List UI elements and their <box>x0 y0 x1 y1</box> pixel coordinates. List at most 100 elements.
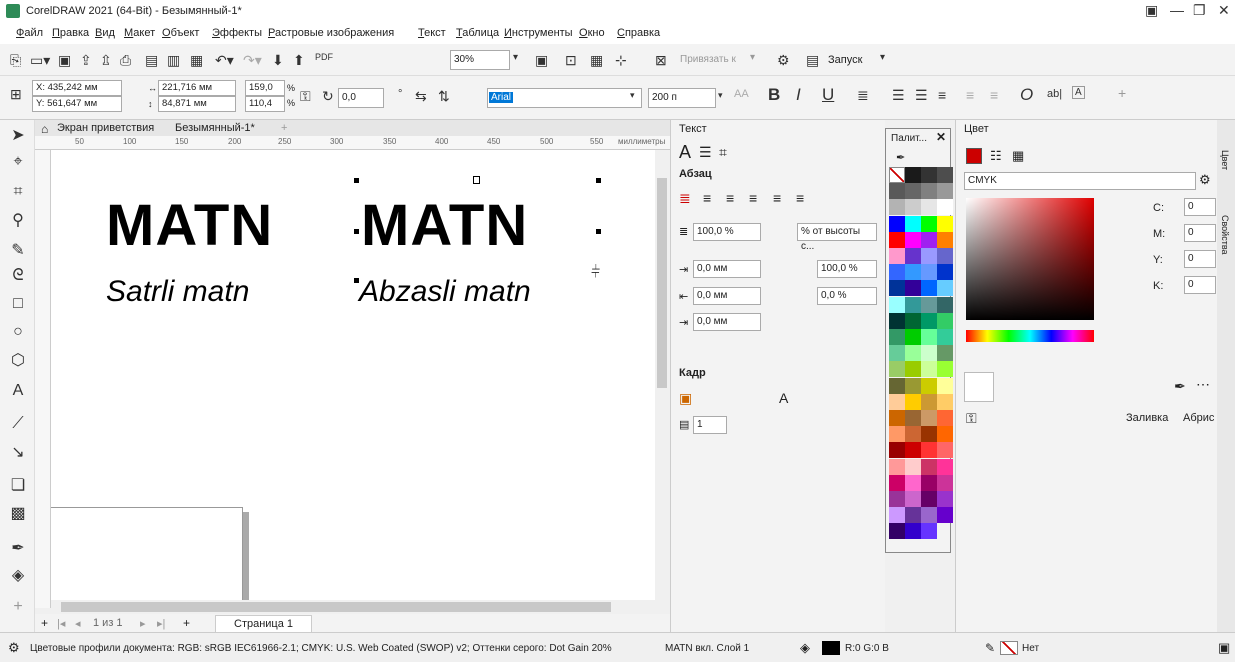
char-tab-icon[interactable]: A <box>679 142 691 163</box>
snap-dropdown-icon[interactable]: ▾ <box>750 52 755 63</box>
paste-icon[interactable]: ▦ <box>190 52 203 69</box>
magenta-field[interactable]: 0 <box>1184 224 1216 242</box>
color-options-icon[interactable]: ⚙ <box>1199 172 1211 188</box>
menu-text[interactable]: Текст <box>418 27 446 39</box>
color-swatch[interactable] <box>937 296 953 313</box>
char-spacing-field[interactable]: 100,0 % <box>817 260 877 278</box>
color-swatch[interactable] <box>889 410 905 426</box>
frame-fill-icon[interactable]: ▣ <box>679 390 692 407</box>
color-swatch[interactable] <box>921 377 937 394</box>
eyedropper-icon[interactable]: ✒ <box>1174 378 1186 395</box>
reference-point-icon[interactable]: ⊞ <box>10 86 22 103</box>
cloud-export-icon[interactable]: ⇫ <box>100 52 112 69</box>
font-family-field[interactable]: Arial <box>487 88 642 108</box>
eyedropper-icon[interactable]: ✒ <box>8 538 28 558</box>
align-right-icon[interactable]: ≡ <box>749 190 757 206</box>
color-swatch[interactable] <box>937 215 953 232</box>
print-icon[interactable]: ⎙ <box>120 52 131 69</box>
grid-icon[interactable]: ▦ <box>590 52 603 69</box>
drawing-canvas[interactable]: MATN Satrli matn MATN Abzasli matn ⫩ <box>51 150 655 600</box>
color-swatch[interactable] <box>905 474 921 491</box>
copy-icon[interactable]: ▥ <box>167 52 180 69</box>
color-swatch[interactable] <box>937 280 953 297</box>
menu-file[interactable]: Файл <box>16 27 43 39</box>
first-indent-field[interactable]: 0,0 мм <box>693 260 761 278</box>
selection-handle[interactable] <box>354 178 359 183</box>
width-field[interactable]: 221,716 мм <box>158 80 236 96</box>
color-swatch[interactable] <box>905 458 921 475</box>
selection-handle[interactable] <box>596 229 601 234</box>
word-spacing-field[interactable]: 0,0 % <box>817 287 877 305</box>
color-swatch[interactable] <box>937 507 953 524</box>
launch-icon[interactable]: ▤ <box>806 52 819 69</box>
color-model-select[interactable]: CMYK <box>964 172 1196 190</box>
color-swatch[interactable] <box>889 377 905 394</box>
font-dropdown-icon[interactable]: ▾ <box>630 90 635 101</box>
zoom-level-field[interactable]: 30% <box>450 50 510 70</box>
color-swatch[interactable] <box>905 329 921 345</box>
paragraph-text-subtitle[interactable]: Abzasli matn <box>359 275 531 309</box>
scroll-thumb[interactable] <box>61 602 611 612</box>
tab-properties[interactable]: Свойства <box>1220 215 1230 255</box>
color-swatch[interactable] <box>905 264 921 281</box>
parallel-dimension-icon[interactable]: ⟋ <box>8 415 28 433</box>
guides-icon[interactable]: ⊹ <box>615 52 627 69</box>
height-field[interactable]: 84,871 мм <box>158 96 236 112</box>
crop-tool-icon[interactable]: ⌗ <box>8 183 28 201</box>
numbered-list-icon[interactable]: ☰ <box>915 87 928 104</box>
ellipse-tool-icon[interactable]: ○ <box>8 323 28 341</box>
connector-tool-icon[interactable]: ↘ <box>8 442 28 462</box>
color-swatch[interactable] <box>937 458 953 475</box>
color-swatch[interactable] <box>921 199 937 216</box>
fullscreen-icon[interactable]: ▣ <box>535 52 548 69</box>
fill-swatch[interactable] <box>822 641 840 655</box>
color-swatch[interactable] <box>905 426 921 443</box>
vertical-ruler[interactable] <box>35 150 51 608</box>
color-swatch[interactable] <box>905 280 921 297</box>
font-scale-icon[interactable]: AA <box>734 88 749 100</box>
open-icon[interactable]: ▭▾ <box>30 52 50 69</box>
paragraph-section-header[interactable]: Абзац <box>679 168 712 180</box>
cloud-import-icon[interactable]: ⇪ <box>80 52 92 69</box>
color-swatch[interactable] <box>921 361 937 378</box>
color-swatch[interactable] <box>921 296 937 313</box>
polygon-tool-icon[interactable]: ⬡ <box>8 350 28 370</box>
menu-edit[interactable]: Правка <box>52 27 89 39</box>
text-align-icon[interactable]: ≣ <box>857 87 869 104</box>
drop-cap-icon[interactable]: ≡ <box>938 87 946 103</box>
font-size-field[interactable]: 200 п <box>648 88 716 108</box>
color-swatch[interactable] <box>905 167 921 183</box>
color-swatch[interactable] <box>905 183 921 200</box>
color-swatch[interactable] <box>937 199 953 216</box>
tab-color[interactable]: Цвет <box>1220 150 1230 170</box>
hue-slider[interactable] <box>966 330 1094 342</box>
align-justify-icon[interactable]: ≡ <box>773 190 781 206</box>
pick-tool-icon[interactable]: ➤ <box>8 125 28 145</box>
menu-window[interactable]: Окно <box>579 27 605 39</box>
menu-layout[interactable]: Макет <box>124 27 155 39</box>
color-swatch[interactable] <box>889 183 905 200</box>
decrease-indent-icon[interactable]: ≡ <box>966 87 974 103</box>
color-swatch[interactable] <box>921 426 937 443</box>
first-page-icon[interactable]: |◂ <box>57 617 65 630</box>
options-gear-icon[interactable]: ⚙ <box>777 52 790 69</box>
color-swatch[interactable] <box>937 426 953 443</box>
columns-field[interactable]: 1 <box>693 416 727 434</box>
color-swatch[interactable] <box>889 296 905 313</box>
redo-icon[interactable]: ↷▾ <box>243 52 262 69</box>
menu-help[interactable]: Справка <box>617 27 660 39</box>
color-swatch[interactable] <box>937 231 953 248</box>
interactive-fill-icon[interactable]: ◈ <box>8 565 28 585</box>
vertical-scrollbar[interactable] <box>655 150 669 600</box>
color-swatch[interactable] <box>937 248 953 264</box>
text-frame-handle-icon[interactable]: ⫩ <box>591 264 600 282</box>
color-swatch[interactable] <box>889 312 905 329</box>
color-swatch[interactable] <box>905 410 921 426</box>
no-color-swatch[interactable] <box>889 167 905 183</box>
text-tool-icon[interactable]: A <box>8 382 28 400</box>
shape-tool-icon[interactable]: ⌖ <box>8 153 28 171</box>
color-swatch[interactable] <box>905 361 921 378</box>
edit-text-icon[interactable]: ab| <box>1047 88 1062 100</box>
import-icon[interactable]: ⬇ <box>272 52 284 69</box>
export-icon[interactable]: ⬆ <box>293 52 305 69</box>
